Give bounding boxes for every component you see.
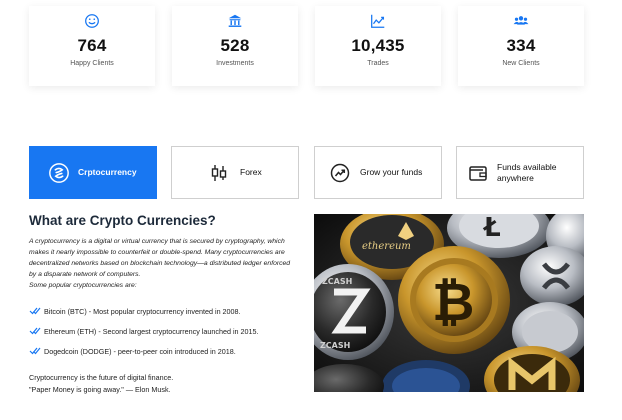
tab-funds-anywhere[interactable]: Funds available anywhere [456,146,584,199]
tab-label: Grow your funds [360,167,423,177]
chart-icon [371,14,385,28]
growth-icon [329,162,351,184]
stat-label: Trades [367,60,389,67]
bank-icon [228,14,242,27]
wallet-icon [467,162,489,184]
stats-row: 764 Happy Clients 528 Investments 10,435… [29,6,584,88]
stat-label: Investments [216,60,254,67]
crypto-list: Bitcoin (BTC) - Most popular cryptocurre… [29,301,299,361]
list-item: Bitcoin (BTC) - Most popular cryptocurre… [29,301,299,321]
tab-forex[interactable]: Forex [171,146,299,199]
tab-label: Crptocurrency [78,167,137,177]
double-check-icon [29,307,41,315]
outro-line-2: "Paper Money is going away." — Elon Musk… [29,385,171,394]
tab-label: Forex [240,167,262,177]
coin-text: ethereum [362,241,411,252]
list-item-text: Bitcoin (BTC) - Most popular cryptocurre… [44,306,241,316]
stat-investments: 528 Investments [172,6,298,86]
stat-value: 764 [77,36,107,55]
tab-grow-funds[interactable]: Grow your funds [314,146,442,199]
list-subheading: Some popular cryptocurrencies are: [29,282,137,289]
users-icon [513,16,529,25]
smile-icon [85,14,99,28]
stat-value: 10,435 [351,36,405,55]
tab-label: Funds available anywhere [497,161,557,183]
stat-value: 528 [220,36,250,55]
double-check-icon [29,327,41,335]
stat-label: New Clients [502,60,540,67]
stat-value: 334 [506,36,536,55]
coin-text: ZCASH [322,277,352,286]
outro-text: Cryptocurrency is the future of digital … [29,372,299,396]
list-item-text: Ethereum (ETH) - Second largest cryptocu… [44,326,259,336]
double-check-icon [29,347,41,355]
section-title: What are Crypto Currencies? [29,213,216,228]
list-item-text: Dogedcoin (DODGE) - peer-to-peer coin in… [44,346,236,356]
svg-text:₿: ₿ [432,273,474,333]
stat-label: Happy Clients [70,60,114,67]
list-item: Dogedcoin (DODGE) - peer-to-peer coin in… [29,341,299,361]
crypto-icon [48,162,70,184]
candlestick-icon [208,162,230,184]
svg-text:Ł: Ł [482,214,501,243]
tab-cryptocurrency[interactable]: Crptocurrency [29,146,157,199]
intro-paragraph: A cryptocurrency is a digital or virtual… [29,238,291,278]
crypto-coins-image: ethereum Ł ZCASH ZCASH ₿ [314,214,584,392]
bitcoin-coin: ₿ [398,246,510,354]
outro-line-1: Cryptocurrency is the future of digital … [29,373,174,382]
stat-trades: 10,435 Trades [315,6,441,86]
coin-text: ZCASH [320,341,350,350]
stat-new-clients: 334 New Clients [458,6,584,86]
crypto-info-section: What are Crypto Currencies? A cryptocurr… [29,213,299,396]
list-item: Ethereum (ETH) - Second largest cryptocu… [29,321,299,341]
stat-happy-clients: 764 Happy Clients [29,6,155,86]
